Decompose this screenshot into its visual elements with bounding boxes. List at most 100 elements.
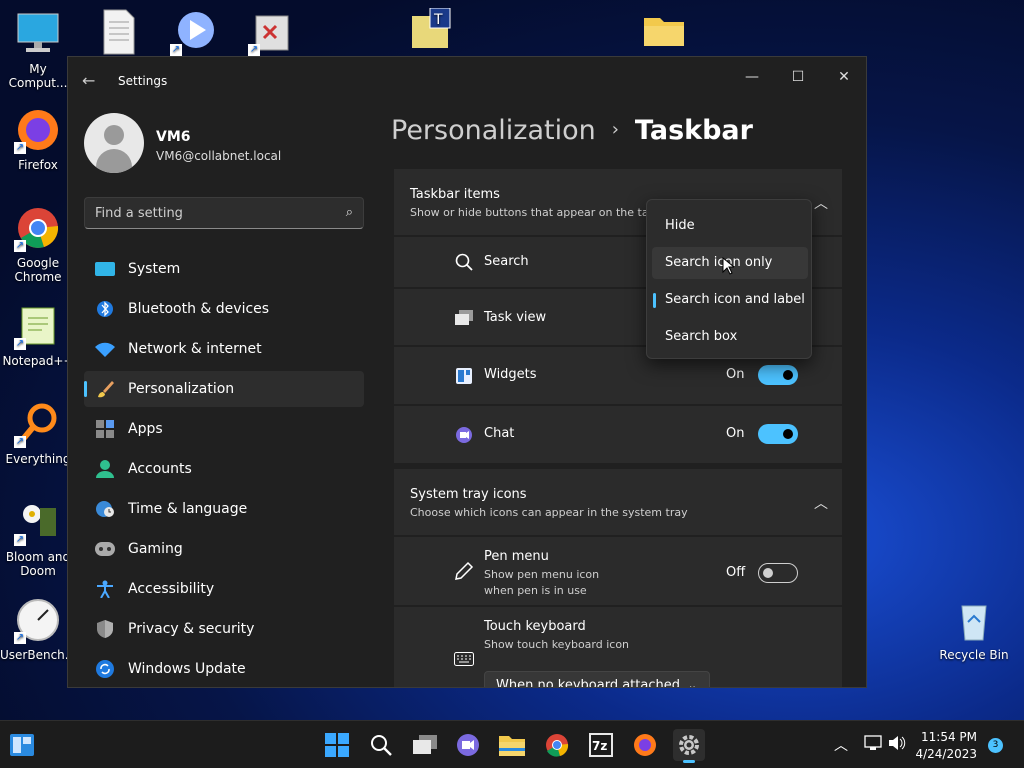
row-label: Search	[484, 254, 529, 269]
row-label: Chat	[484, 426, 515, 441]
row-subtitle: when pen is in use	[484, 584, 587, 597]
nav-item-accounts[interactable]: Accounts	[84, 451, 364, 487]
nav-item-gaming[interactable]: Gaming	[84, 531, 364, 567]
desktop-icon-folder[interactable]	[626, 8, 702, 60]
desktop-icon-label: Google Chrome	[14, 256, 62, 284]
nav-item-label: Accessibility	[128, 581, 215, 597]
task-view-button[interactable]	[409, 729, 441, 761]
desktop-icon-chrome[interactable]: ↗ Google Chrome	[0, 204, 76, 284]
search-icon: ⌕	[345, 205, 353, 220]
desktop-icon-document[interactable]	[80, 8, 156, 60]
search-options-menu: Hide Search icon only Search icon and la…	[646, 199, 812, 359]
nav-item-personalization[interactable]: Personalization	[84, 371, 364, 407]
nav-item-network[interactable]: Network & internet	[84, 331, 364, 367]
notepad-plus-plus-icon: ↗	[14, 302, 62, 350]
network-icon[interactable]	[864, 735, 882, 755]
nav-item-bluetooth[interactable]: Bluetooth & devices	[84, 291, 364, 327]
find-setting-input[interactable]	[85, 198, 325, 228]
accounts-icon	[94, 460, 116, 478]
media-player-icon: ↗	[170, 8, 218, 56]
nav-item-privacy[interactable]: Privacy & security	[84, 611, 364, 647]
tool-icon: ↗	[248, 8, 296, 56]
avatar[interactable]	[84, 113, 144, 173]
title-bar: ← Settings — ☐ ✕	[68, 57, 866, 105]
nav-list: System Bluetooth & devices Network & int…	[84, 251, 364, 687]
file-explorer-button[interactable]	[496, 729, 528, 761]
desktop-icon-label: Bloom and Doom	[5, 550, 71, 578]
touch-keyboard-dropdown[interactable]: When no keyboard attached ⌄	[484, 671, 710, 688]
desktop-icon-everything[interactable]: ↗ Everything	[0, 400, 76, 466]
notification-badge[interactable]: 3	[988, 738, 1003, 753]
taskbar-search-button[interactable]	[365, 729, 397, 761]
menu-item-search-box[interactable]: Search box	[652, 321, 808, 353]
clock[interactable]: 11:54 PM 4/24/2023	[915, 729, 977, 763]
desktop-icon-userbench[interactable]: ↗ UserBench...	[0, 596, 76, 662]
update-icon	[94, 660, 116, 678]
widgets-icon	[10, 734, 34, 756]
volume-icon[interactable]	[888, 735, 906, 755]
nav-item-label: Bluetooth & devices	[128, 301, 270, 317]
desktop-icon-firefox[interactable]: ↗ Firefox	[0, 106, 76, 172]
maximize-button[interactable]: ☐	[778, 63, 818, 91]
setting-row-chat[interactable]: Chat On	[394, 404, 842, 463]
find-setting-box[interactable]: ⌕	[84, 197, 364, 229]
widgets-state: On	[726, 367, 745, 382]
widgets-taskbar-button[interactable]	[6, 729, 38, 761]
back-arrow-icon[interactable]: ←	[82, 71, 102, 91]
chat-icon	[454, 425, 474, 445]
folder-icon	[640, 8, 688, 56]
desktop-icon-my-computer[interactable]: My Comput...	[0, 10, 76, 90]
nav-item-label: Time & language	[128, 501, 248, 517]
avatar-body	[96, 149, 132, 173]
settings-taskbar-button[interactable]	[673, 729, 705, 763]
desktop-icon-bloom-doom[interactable]: ↗ Bloom and Doom	[0, 498, 76, 578]
menu-item-search-icon-and-label[interactable]: Search icon and label	[652, 284, 808, 316]
chevron-up-icon[interactable]: ︿	[814, 193, 828, 213]
nav-item-system[interactable]: System	[84, 251, 364, 287]
nav-item-apps[interactable]: Apps	[84, 411, 364, 447]
nav-item-label: Gaming	[128, 541, 183, 557]
widgets-toggle[interactable]	[758, 365, 798, 385]
chevron-up-icon[interactable]: ︿	[814, 493, 828, 513]
nav-item-label: Windows Update	[128, 661, 246, 677]
chat-toggle[interactable]	[758, 424, 798, 444]
setting-row-pen-menu[interactable]: Pen menu Show pen menu icon when pen is …	[394, 535, 842, 605]
breadcrumb: Personalization › Taskbar	[391, 115, 753, 146]
page-title: Taskbar	[634, 115, 753, 146]
desktop-icon-media-player[interactable]: ↗	[156, 8, 232, 60]
nav-item-windows-update[interactable]: Windows Update	[84, 651, 364, 687]
7zip-label: 7z	[592, 739, 607, 753]
sidebar: VM6 VM6@collabnet.local ⌕ System Bluetoo…	[68, 105, 378, 687]
desktop-icon-label: Everything	[5, 452, 71, 466]
chrome-taskbar-button[interactable]	[541, 729, 573, 761]
globe-clock-icon	[94, 500, 116, 518]
chat-taskbar-button[interactable]	[452, 729, 484, 761]
nav-item-label: System	[128, 261, 181, 277]
userbenchmark-icon: ↗	[14, 596, 62, 644]
start-button[interactable]	[321, 729, 353, 761]
desktop-icon-notepadpp[interactable]: ↗ Notepad++	[0, 302, 76, 368]
search-icon	[454, 252, 474, 272]
firefox-taskbar-button[interactable]	[629, 729, 661, 761]
nav-item-time-language[interactable]: Time & language	[84, 491, 364, 527]
menu-item-hide[interactable]: Hide	[652, 210, 808, 242]
minimize-button[interactable]: —	[732, 63, 772, 91]
desktop-icon-tool[interactable]: ↗	[234, 8, 310, 60]
system-tray-header[interactable]: System tray icons Choose which icons can…	[394, 469, 842, 535]
chrome-icon: ↗	[14, 204, 62, 252]
desktop-icon-text-file[interactable]: T	[392, 7, 468, 60]
close-button[interactable]: ✕	[824, 63, 864, 91]
desktop-icon-recycle-bin[interactable]: Recycle Bin	[936, 596, 1012, 662]
taskbar: 7z ︿ 11:54 PM 4/24/2023 3	[0, 720, 1024, 768]
chevron-up-icon[interactable]: ︿	[834, 735, 848, 755]
nav-item-label: Network & internet	[128, 341, 262, 357]
dropdown-value: When no keyboard attached	[496, 678, 680, 688]
setting-row-touch-keyboard[interactable]: Touch keyboard Show touch keyboard icon …	[394, 605, 842, 688]
pen-menu-toggle[interactable]	[758, 563, 798, 583]
desktop-icon-label: Recycle Bin	[939, 648, 1009, 662]
breadcrumb-parent[interactable]: Personalization	[391, 115, 596, 146]
nav-item-accessibility[interactable]: Accessibility	[84, 571, 364, 607]
row-label: Task view	[484, 310, 547, 325]
7zip-taskbar-button[interactable]: 7z	[585, 729, 617, 761]
pen-icon	[454, 561, 474, 581]
